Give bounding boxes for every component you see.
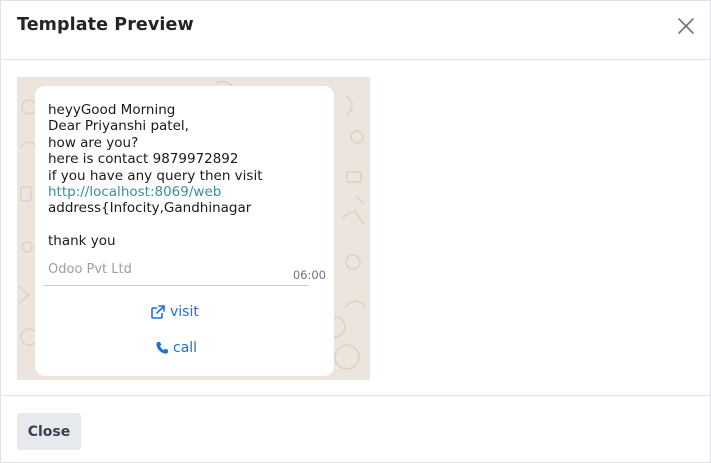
message-footer: Odoo Pvt Ltd (48, 262, 132, 277)
dialog-footer: Close (1, 395, 711, 463)
external-link-icon (150, 304, 166, 320)
message-body: heyyGood Morning Dear Priyanshi patel, h… (48, 102, 328, 250)
dialog-header: Template Preview (1, 1, 711, 60)
message-line: here is contact 9879972892 (48, 151, 239, 168)
template-preview-dialog: Template Preview heyyGood Morning Dear P… (0, 0, 711, 463)
message-address: address{Infocity,Gandhinagar (48, 200, 252, 217)
message-line: if you have any query then visit (48, 167, 263, 184)
whatsapp-preview: heyyGood Morning Dear Priyanshi patel, h… (17, 77, 370, 380)
close-button[interactable]: Close (17, 413, 81, 450)
visit-button-label: visit (170, 304, 199, 320)
message-time: 06:00 (292, 268, 326, 282)
message-line: how are you? (48, 134, 139, 151)
visit-button[interactable]: visit (150, 304, 199, 320)
message-line: heyyGood Morning (48, 102, 176, 118)
dialog-title: Template Preview (17, 15, 194, 35)
phone-icon (155, 341, 169, 355)
call-button[interactable]: call (155, 340, 197, 356)
button-divider (43, 285, 309, 286)
message-closing: thank you (48, 233, 116, 250)
message-bubble: heyyGood Morning Dear Priyanshi patel, h… (35, 86, 334, 376)
message-url-link[interactable]: http://localhost:8069/web (48, 184, 328, 200)
close-icon[interactable] (676, 16, 696, 36)
message-line: Dear Priyanshi patel, (48, 118, 189, 135)
call-button-label: call (173, 340, 198, 356)
message-spacer (48, 217, 328, 233)
